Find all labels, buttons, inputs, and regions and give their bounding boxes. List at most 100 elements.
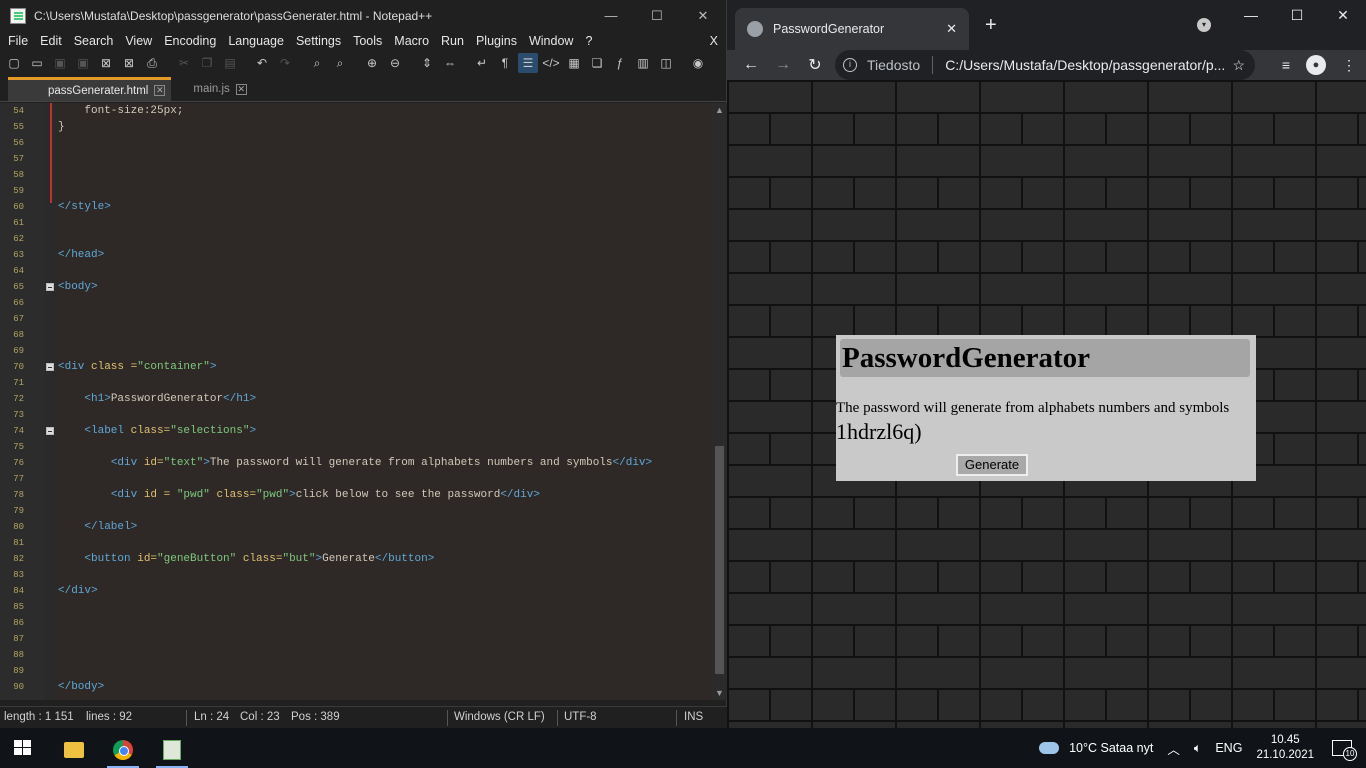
maximize-icon[interactable]: ☐ [634, 0, 680, 31]
code-editor[interactable]: 54 font-size:25px; 55} 56 57 58 59 60 </style> 6… [0, 103, 712, 700]
status-eol[interactable]: Windows (CR LF) [454, 711, 545, 723]
function-list-icon[interactable]: ƒ [610, 53, 630, 73]
menu-item-settings[interactable]: Settings [290, 34, 347, 48]
code-line[interactable]: 63 </head> [0, 247, 712, 263]
code-line[interactable]: 80 </label> [0, 519, 712, 535]
code-line[interactable]: 82 <button id="geneButton" class="but">G… [0, 551, 712, 567]
paste-icon[interactable]: ▤ [220, 53, 240, 73]
copy-icon[interactable]: ❐ [197, 53, 217, 73]
monitoring-icon[interactable]: ◫ [656, 53, 676, 73]
code-line[interactable]: 65 <body> [0, 279, 712, 295]
minimize-icon[interactable]: — [588, 0, 634, 31]
editor-scrollbar[interactable]: ▲ ▼ [712, 103, 727, 700]
notification-icon[interactable]: 10 [1332, 740, 1357, 761]
code-line[interactable]: 56 [0, 135, 712, 151]
code-line[interactable]: 57 [0, 151, 712, 167]
menu-item-run[interactable]: Run [435, 34, 470, 48]
tab-search-icon[interactable]: ▾ [1197, 18, 1211, 32]
close-file-icon[interactable]: ⊠ [96, 53, 116, 73]
weather-text[interactable]: 10°C Sataa nyt [1069, 741, 1153, 755]
code-line[interactable]: 79 [0, 503, 712, 519]
code-line[interactable]: 85 [0, 599, 712, 615]
tab-passgenerater[interactable]: passGenerater.html ✕ [8, 77, 172, 101]
code-line[interactable]: 67 [0, 311, 712, 327]
new-file-icon[interactable]: ▢ [4, 53, 24, 73]
menu-item-tools[interactable]: Tools [347, 34, 388, 48]
minimize-icon[interactable]: — [1228, 0, 1274, 30]
code-line[interactable]: 73 [0, 407, 712, 423]
menu-item-macro[interactable]: Macro [388, 34, 435, 48]
code-line[interactable]: 76 <div id="text">The password will gene… [0, 455, 712, 471]
tab-close-icon[interactable]: ✕ [235, 83, 247, 95]
browser-tab[interactable]: PasswordGenerator ✕ [735, 8, 969, 50]
code-line[interactable]: 69 [0, 343, 712, 359]
forward-icon[interactable]: → [767, 56, 799, 74]
code-line[interactable]: 59 [0, 183, 712, 199]
bookmark-star-icon[interactable]: ☆ [1232, 57, 1245, 74]
sync-horizontal-icon[interactable]: ⇔ [440, 53, 460, 73]
code-line[interactable]: 87 [0, 631, 712, 647]
sync-vertical-icon[interactable]: ⇕ [417, 53, 437, 73]
speaker-icon[interactable]: 🔈︎ [1194, 741, 1202, 756]
code-line[interactable]: 60 </style> [0, 199, 712, 215]
more-menu-icon[interactable]: ⋮ [1342, 57, 1356, 74]
menu-item-help[interactable]: ? [579, 34, 598, 48]
scrollbar-thumb[interactable] [715, 446, 724, 674]
cut-icon[interactable]: ✂ [174, 53, 194, 73]
address-bar[interactable]: i Tiedosto C:/Users/Mustafa/Desktop/pass… [835, 50, 1255, 80]
scroll-down-icon[interactable]: ▼ [712, 688, 727, 698]
close-all-icon[interactable]: ⊠ [119, 53, 139, 73]
folder-workspace-icon[interactable]: ▥ [633, 53, 653, 73]
reading-list-icon[interactable]: ≡ [1282, 57, 1290, 73]
status-encoding[interactable]: UTF-8 [564, 711, 597, 723]
language-indicator[interactable]: ENG [1215, 741, 1242, 755]
code-line[interactable]: 72 <h1>PasswordGenerator</h1> [0, 391, 712, 407]
menu-item-file[interactable]: File [2, 34, 34, 48]
close-icon[interactable]: ✕ [1320, 0, 1366, 30]
code-line[interactable]: 78 <div id = "pwd" class="pwd">click bel… [0, 487, 712, 503]
record-macro-icon[interactable]: ◉ [688, 53, 708, 73]
generate-button[interactable]: Generate [956, 454, 1028, 476]
profile-icon[interactable]: ● [1306, 55, 1326, 75]
code-line[interactable]: 55} [0, 119, 712, 135]
weather-cloud-icon[interactable] [1039, 742, 1060, 754]
code-line[interactable]: 90 </body> [0, 679, 712, 695]
close-document-icon[interactable]: X [704, 34, 726, 48]
find-icon[interactable]: ⌕ [307, 53, 327, 73]
code-line[interactable]: 81 [0, 535, 712, 551]
code-line[interactable]: 61 [0, 215, 712, 231]
zoom-in-icon[interactable]: ⊕ [362, 53, 382, 73]
info-icon[interactable]: i [843, 58, 857, 72]
code-line[interactable]: 54 font-size:25px; [0, 103, 712, 119]
maximize-icon[interactable]: ☐ [1274, 0, 1320, 30]
windows-start-icon[interactable] [14, 740, 32, 756]
menu-item-view[interactable]: View [119, 34, 158, 48]
back-icon[interactable]: ← [735, 56, 767, 74]
status-mode[interactable]: INS [684, 711, 703, 723]
close-icon[interactable]: ✕ [680, 0, 726, 31]
code-line[interactable]: 77 [0, 471, 712, 487]
chrome-taskbar-button[interactable] [103, 732, 143, 768]
reload-icon[interactable]: ↻ [799, 55, 831, 75]
document-map-icon[interactable]: ▦ [564, 53, 584, 73]
menu-item-edit[interactable]: Edit [34, 34, 68, 48]
code-line[interactable]: 88 [0, 647, 712, 663]
code-line[interactable]: 62 [0, 231, 712, 247]
code-line[interactable]: 74 <label class="selections"> [0, 423, 712, 439]
menu-item-encoding[interactable]: Encoding [158, 34, 222, 48]
tab-main-js[interactable]: main.js ✕ [183, 77, 252, 101]
print-icon[interactable]: ⎙ [142, 53, 162, 73]
open-file-icon[interactable]: ▭ [27, 53, 47, 73]
chevron-up-icon[interactable]: ︿ [1167, 739, 1180, 758]
code-line[interactable]: 89 [0, 663, 712, 679]
code-line[interactable]: 66 [0, 295, 712, 311]
word-wrap-icon[interactable]: ↵ [472, 53, 492, 73]
tab-close-icon[interactable]: ✕ [154, 85, 166, 96]
menu-item-window[interactable]: Window [523, 34, 579, 48]
zoom-out-icon[interactable]: ⊖ [385, 53, 405, 73]
indent-guide-icon[interactable]: ☰ [518, 53, 538, 73]
fold-toggle-icon[interactable] [46, 427, 54, 435]
code-line[interactable]: 86 [0, 615, 712, 631]
fold-toggle-icon[interactable] [46, 283, 54, 291]
menu-item-language[interactable]: Language [222, 34, 290, 48]
